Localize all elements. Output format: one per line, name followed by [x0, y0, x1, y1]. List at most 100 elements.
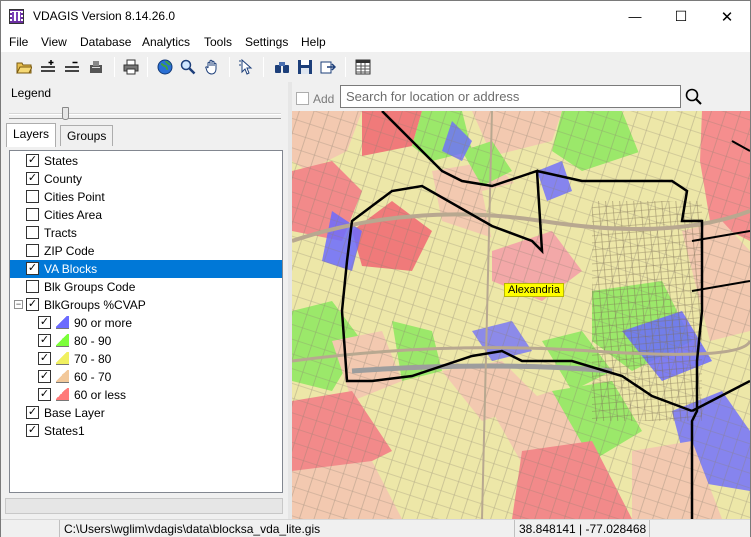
layer-row[interactable]: ✓ States	[10, 152, 282, 170]
layer-checkbox[interactable]: ✓	[38, 352, 51, 365]
tab-groups[interactable]: Groups	[60, 125, 114, 146]
window-title: VDAGIS Version 8.14.26.0	[33, 9, 176, 23]
close-button[interactable]: ✕	[704, 1, 750, 32]
zoom-icon[interactable]	[179, 58, 197, 76]
layer-row[interactable]: ZIP Code	[10, 242, 282, 260]
clear-icon[interactable]	[87, 58, 105, 76]
menu-help[interactable]: Help	[301, 35, 326, 49]
menu-analytics[interactable]: Analytics	[142, 35, 190, 49]
save-icon[interactable]	[296, 58, 314, 76]
status-coordinates: 38.848141 | -77.028468	[514, 520, 650, 537]
export-icon[interactable]	[319, 58, 337, 76]
menu-bar: File View Database Analytics Tools Setti…	[1, 32, 750, 52]
menu-settings[interactable]: Settings	[245, 35, 288, 49]
map-drawing	[292, 111, 750, 519]
layer-checkbox[interactable]: ✓	[38, 370, 51, 383]
layer-checkbox[interactable]: ✓	[38, 316, 51, 329]
collapse-toggle-icon[interactable]: −	[14, 300, 23, 309]
menu-file[interactable]: File	[9, 35, 28, 49]
tab-groups-label: Groups	[67, 129, 107, 143]
layer-label: 60 - 70	[74, 370, 112, 384]
title-bar: VDAGIS Version 8.14.26.0 — ☐ ✕	[1, 1, 750, 32]
remove-layer-icon[interactable]	[63, 58, 81, 76]
legend-swatch-icon	[56, 370, 69, 383]
layer-row[interactable]: ✓ 80 - 90	[10, 332, 282, 350]
map-canvas[interactable]: Alexandria	[292, 111, 750, 519]
layer-checkbox[interactable]	[26, 208, 39, 221]
layer-checkbox[interactable]: ✓	[26, 424, 39, 437]
toolbar-separator	[345, 57, 346, 77]
layer-row[interactable]: ✓ 60 - 70	[10, 368, 282, 386]
layer-row[interactable]: ✓ 70 - 80	[10, 350, 282, 368]
layer-row[interactable]: ✓ Base Layer	[10, 404, 282, 422]
layer-label: States	[44, 154, 79, 168]
minimize-button[interactable]: —	[612, 1, 658, 32]
layer-checkbox[interactable]: ✓	[26, 262, 39, 275]
layer-label: 80 - 90	[74, 334, 112, 348]
add-layer-icon[interactable]	[39, 58, 57, 76]
layer-checkbox[interactable]: ✓	[38, 334, 51, 347]
table-icon[interactable]	[354, 58, 372, 76]
status-bar: C:\Users\wglim\vdagis\data\blocksa_vda_l…	[1, 519, 750, 537]
print-icon[interactable]	[122, 58, 140, 76]
toolbar	[1, 52, 750, 82]
layer-row[interactable]: ✓ 90 or more	[10, 314, 282, 332]
layer-label: VA Blocks	[44, 262, 98, 276]
layer-row[interactable]: ✓ States1	[10, 422, 282, 440]
layer-checkbox[interactable]	[26, 190, 39, 203]
layer-checkbox[interactable]	[26, 244, 39, 257]
layer-checkbox[interactable]: ✓	[38, 388, 51, 401]
layer-label: ZIP Code	[44, 244, 95, 258]
transparency-slider-track[interactable]	[9, 113, 281, 115]
tab-layers[interactable]: Layers	[6, 123, 57, 147]
transparency-slider-thumb[interactable]	[62, 107, 69, 120]
layer-row[interactable]: ✓ 60 or less	[10, 386, 282, 404]
layer-row[interactable]: Cities Point	[10, 188, 282, 206]
layer-row[interactable]: ✓ County	[10, 170, 282, 188]
layer-checkbox[interactable]: ✓	[26, 298, 39, 311]
location-search-input[interactable]	[340, 85, 681, 108]
layer-row[interactable]: Cities Area	[10, 206, 282, 224]
layer-label: 70 - 80	[74, 352, 112, 366]
add-checkbox[interactable]	[296, 92, 309, 105]
layer-checkbox[interactable]: ✓	[26, 154, 39, 167]
layer-row[interactable]: Tracts	[10, 224, 282, 242]
legend-label: Legend	[11, 86, 52, 100]
pan-hand-icon[interactable]	[203, 58, 221, 76]
app-window: VDAGIS Version 8.14.26.0 — ☐ ✕ File View…	[0, 0, 751, 537]
status-empty-panel	[649, 520, 750, 537]
layer-label: Cities Point	[44, 190, 105, 204]
toolbar-separator	[114, 57, 115, 77]
layer-row[interactable]: Blk Groups Code	[10, 278, 282, 296]
layer-label: BlkGroups %CVAP	[44, 298, 146, 312]
maximize-button[interactable]: ☐	[658, 1, 704, 32]
layer-checkbox[interactable]	[26, 280, 39, 293]
legend-swatch-icon	[56, 388, 69, 401]
legend-swatch-icon	[56, 334, 69, 347]
layer-label: County	[44, 172, 83, 186]
place-label-alexandria: Alexandria	[504, 283, 564, 297]
layer-checkbox[interactable]	[26, 226, 39, 239]
app-logo-icon	[9, 9, 24, 24]
horizontal-scrollbar[interactable]	[5, 498, 283, 514]
globe-icon[interactable]	[156, 58, 174, 76]
binoculars-icon[interactable]	[273, 58, 291, 76]
search-icon[interactable]	[683, 85, 703, 107]
open-folder-icon[interactable]	[15, 58, 33, 76]
menu-view[interactable]: View	[41, 35, 67, 49]
layer-list: ✓ States ✓ County Cities Point Cities Area Tra…	[9, 150, 283, 493]
search-bar: Add	[292, 82, 750, 111]
layer-checkbox[interactable]: ✓	[26, 172, 39, 185]
add-label: Add	[313, 92, 335, 106]
layer-checkbox[interactable]: ✓	[26, 406, 39, 419]
tab-layers-label: Layers	[13, 127, 50, 141]
layer-label: States1	[44, 424, 85, 438]
legend-swatch-icon	[56, 352, 69, 365]
menu-tools[interactable]: Tools	[204, 35, 232, 49]
select-pointer-icon[interactable]	[237, 58, 255, 76]
layer-row[interactable]: − ✓ BlkGroups %CVAP	[10, 296, 282, 314]
layer-row[interactable]: ✓ VA Blocks	[10, 260, 282, 278]
toolbar-separator	[147, 57, 148, 77]
layer-label: Cities Area	[44, 208, 103, 222]
menu-database[interactable]: Database	[80, 35, 131, 49]
